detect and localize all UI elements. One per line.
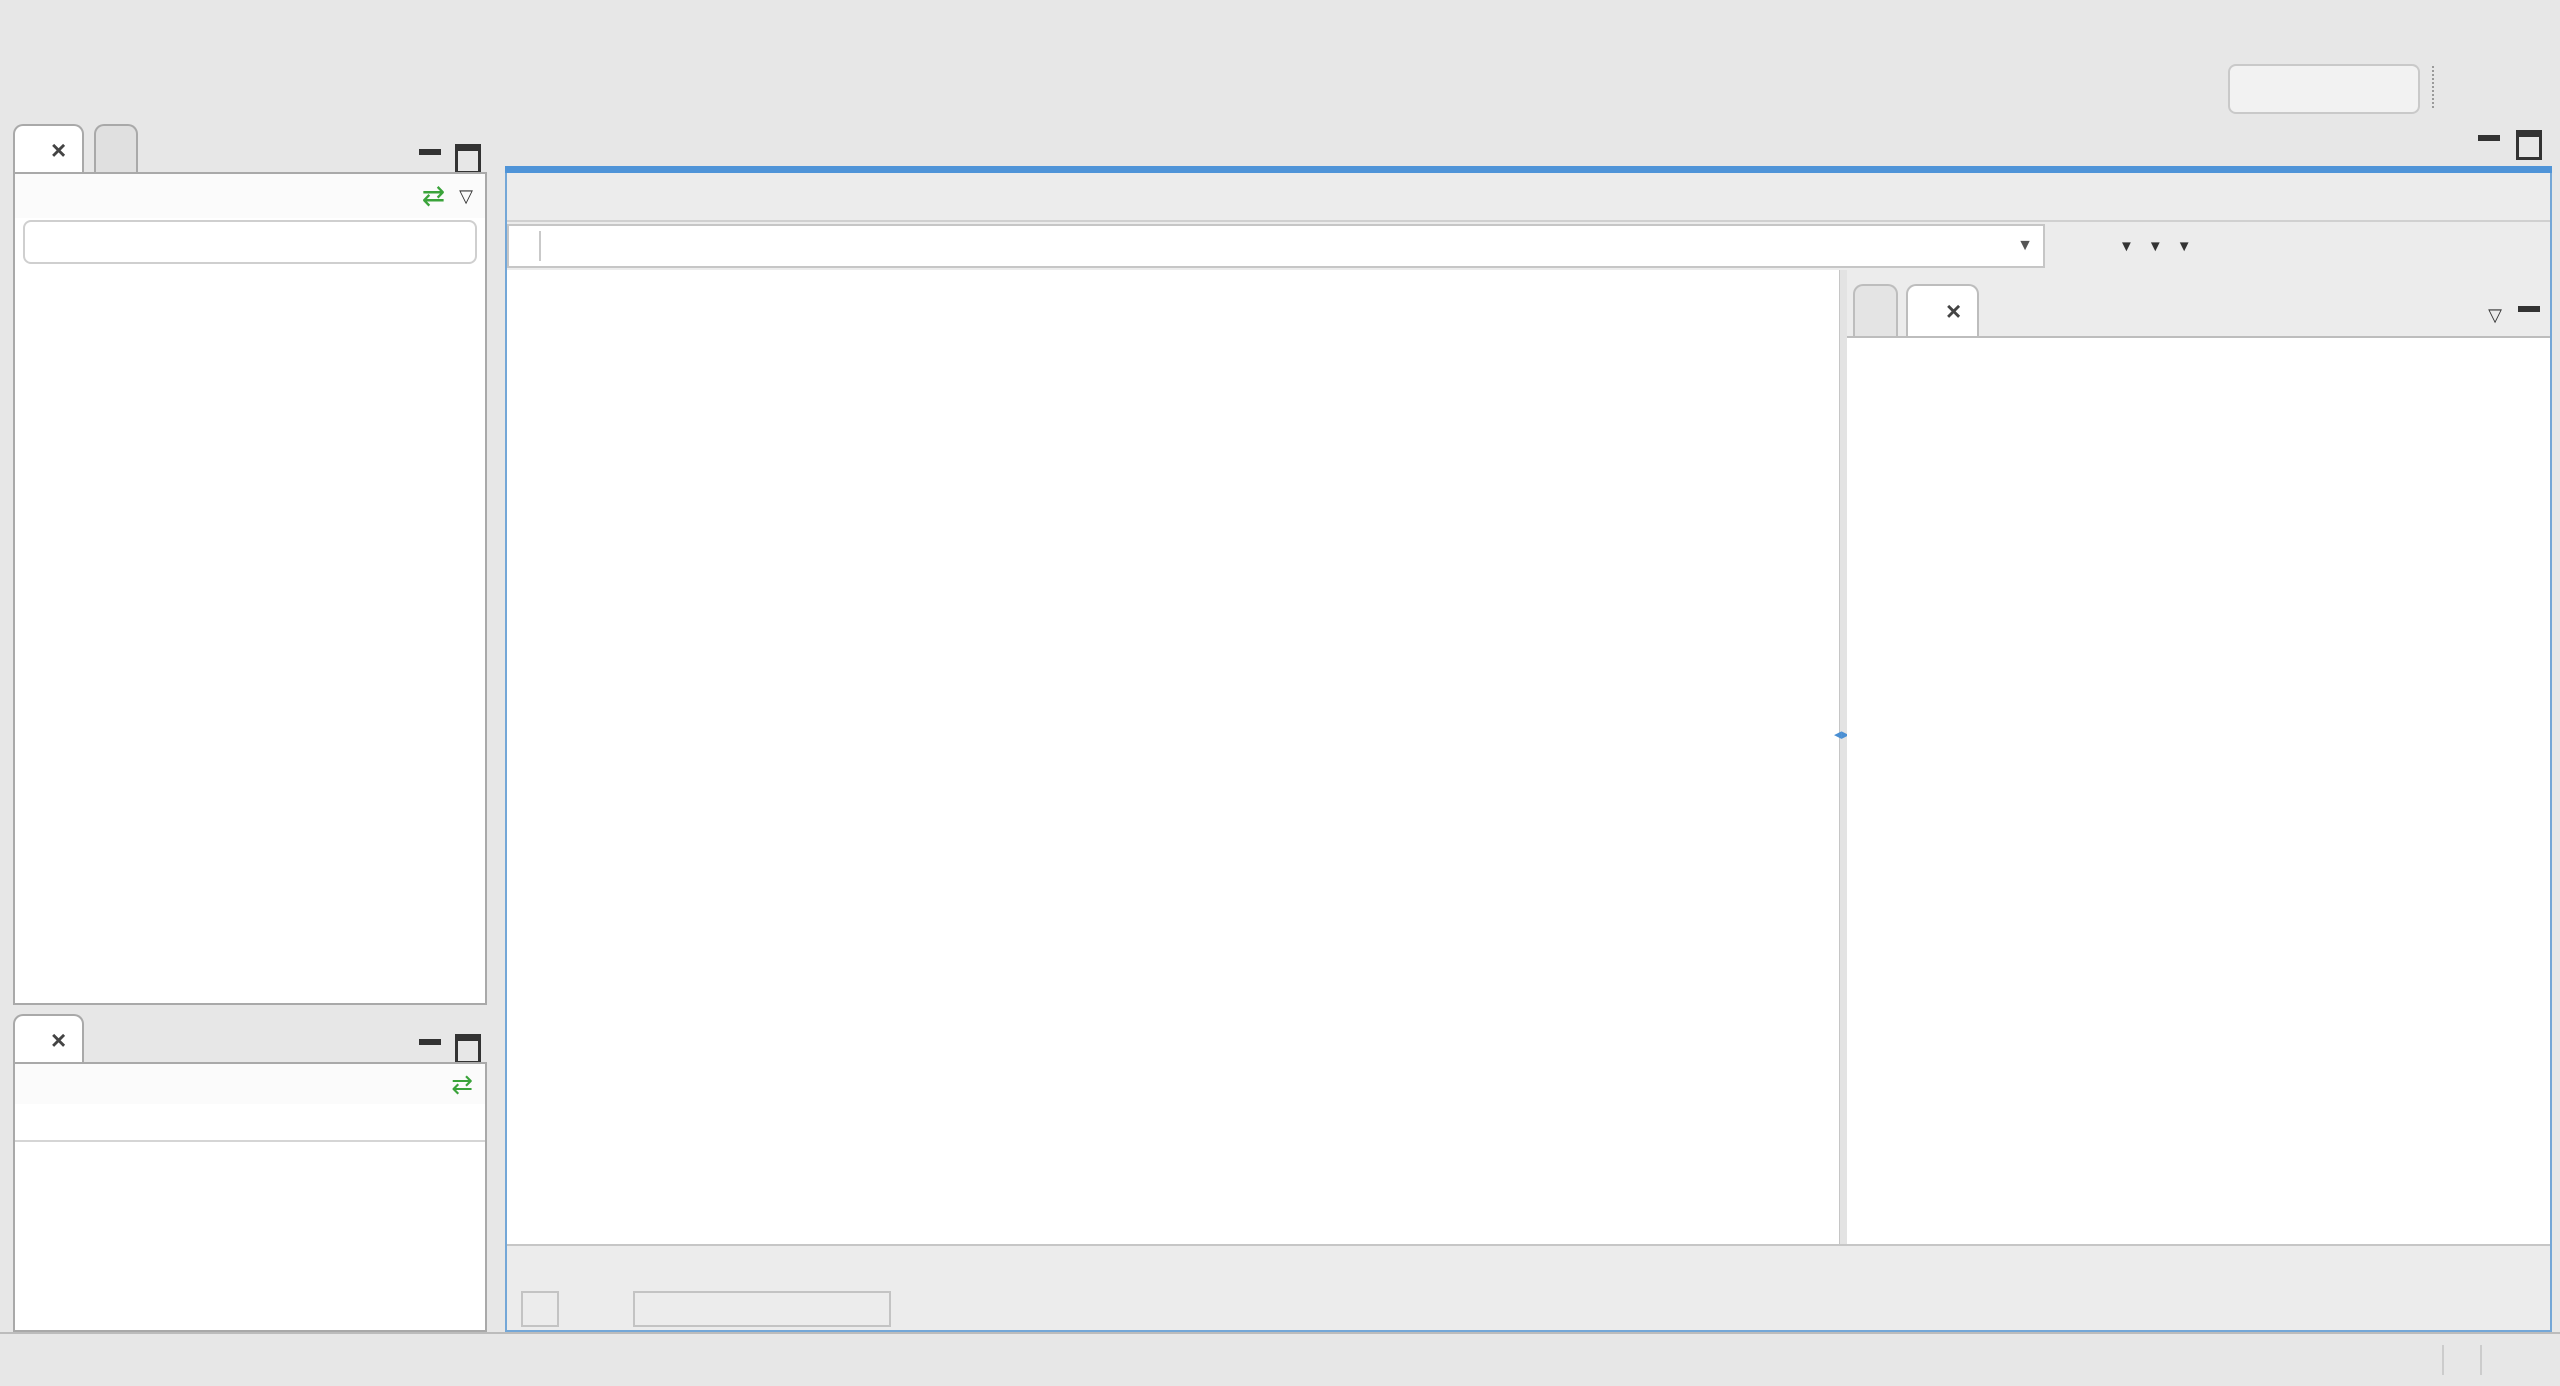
tab-projects[interactable] — [94, 124, 139, 174]
tab-database-navigator[interactable]: × — [13, 124, 85, 174]
results-status — [507, 1288, 2550, 1330]
link-with-editor-icon[interactable]: ⇄ — [451, 1071, 473, 1097]
chevron-down-icon[interactable]: ▼ — [2177, 238, 2192, 255]
panel-minmax — [419, 144, 487, 174]
data-grid — [507, 270, 1839, 1244]
quick-access-input[interactable] — [2228, 64, 2420, 114]
link-with-editor-icon[interactable]: ⇄ — [422, 182, 445, 210]
maximize-icon[interactable] — [2516, 130, 2542, 160]
data-filter-bar: ▼ ▼ ▼ ▼ — [507, 222, 2550, 270]
window-statusbar — [0, 1332, 2560, 1386]
navigator-toolbar: ⇄ ▽ — [15, 174, 485, 218]
row-count-box — [633, 1291, 891, 1327]
results-toolbar — [507, 1244, 2550, 1288]
chevron-down-icon[interactable]: ▼ — [2119, 238, 2134, 255]
object-filter-input[interactable] — [23, 220, 477, 264]
project-tabs: × — [13, 1012, 487, 1064]
maximize-icon[interactable] — [455, 144, 481, 174]
tab-value[interactable] — [1853, 284, 1898, 336]
side-panel-tabs: × ▽ — [1847, 270, 2550, 336]
chevron-down-icon[interactable]: ▼ — [2148, 238, 2163, 255]
close-icon[interactable]: × — [51, 1025, 66, 1056]
metadata-grid — [1847, 336, 2550, 1244]
sql-filter-input[interactable]: ▼ — [507, 224, 2045, 268]
results-region: ◂▸ × ▽ — [507, 270, 2550, 1244]
statusbar-separator — [2442, 1345, 2444, 1375]
tab-project-general[interactable]: × — [13, 1014, 85, 1064]
maximize-icon[interactable] — [455, 1034, 481, 1064]
editor-area: ▼ ▼ ▼ ▼ ◂▸ × ▽ — [505, 120, 2552, 1332]
minimize-icon[interactable] — [419, 149, 441, 169]
fetch-status-box — [521, 1291, 559, 1327]
database-tree — [15, 268, 485, 1003]
panel-minmax — [419, 1034, 487, 1064]
minimize-icon[interactable] — [2518, 305, 2540, 326]
close-icon[interactable]: × — [51, 135, 66, 166]
side-panel: × ▽ — [1847, 270, 2550, 1244]
database-navigator-panel: × ⇄ ▽ — [13, 122, 487, 1005]
tab-metadata[interactable]: × — [1906, 284, 1980, 336]
navigator-tabs: × — [13, 122, 487, 174]
editor-tabs — [615, 120, 2472, 166]
filter-divider — [539, 231, 541, 261]
filter-history-dropdown-icon[interactable]: ▼ — [2007, 226, 2043, 266]
navigator-body: ⇄ ▽ — [13, 172, 487, 1005]
view-menu-icon[interactable]: ▽ — [459, 187, 473, 205]
active-tab-underline — [505, 166, 2552, 173]
project-toolbar: ⇄ — [15, 1064, 485, 1104]
close-icon[interactable]: × — [1946, 296, 1961, 327]
side-panel-minmax: ▽ — [2488, 305, 2550, 336]
statusbar-separator — [2480, 1345, 2482, 1375]
toolbar-separator — [2432, 66, 2434, 108]
view-menu-icon[interactable]: ▽ — [2488, 305, 2502, 326]
main-toolbar — [0, 0, 2560, 118]
project-body: ⇄ — [13, 1062, 487, 1332]
editor-minmax — [2478, 130, 2542, 160]
editor-body: ▼ ▼ ▼ ▼ ◂▸ × ▽ — [505, 173, 2552, 1332]
minimize-icon[interactable] — [2478, 135, 2500, 155]
result-subtabs — [507, 173, 2550, 222]
project-table-header — [15, 1104, 485, 1142]
project-general-panel: × ⇄ — [13, 1012, 487, 1332]
minimize-icon[interactable] — [419, 1039, 441, 1059]
